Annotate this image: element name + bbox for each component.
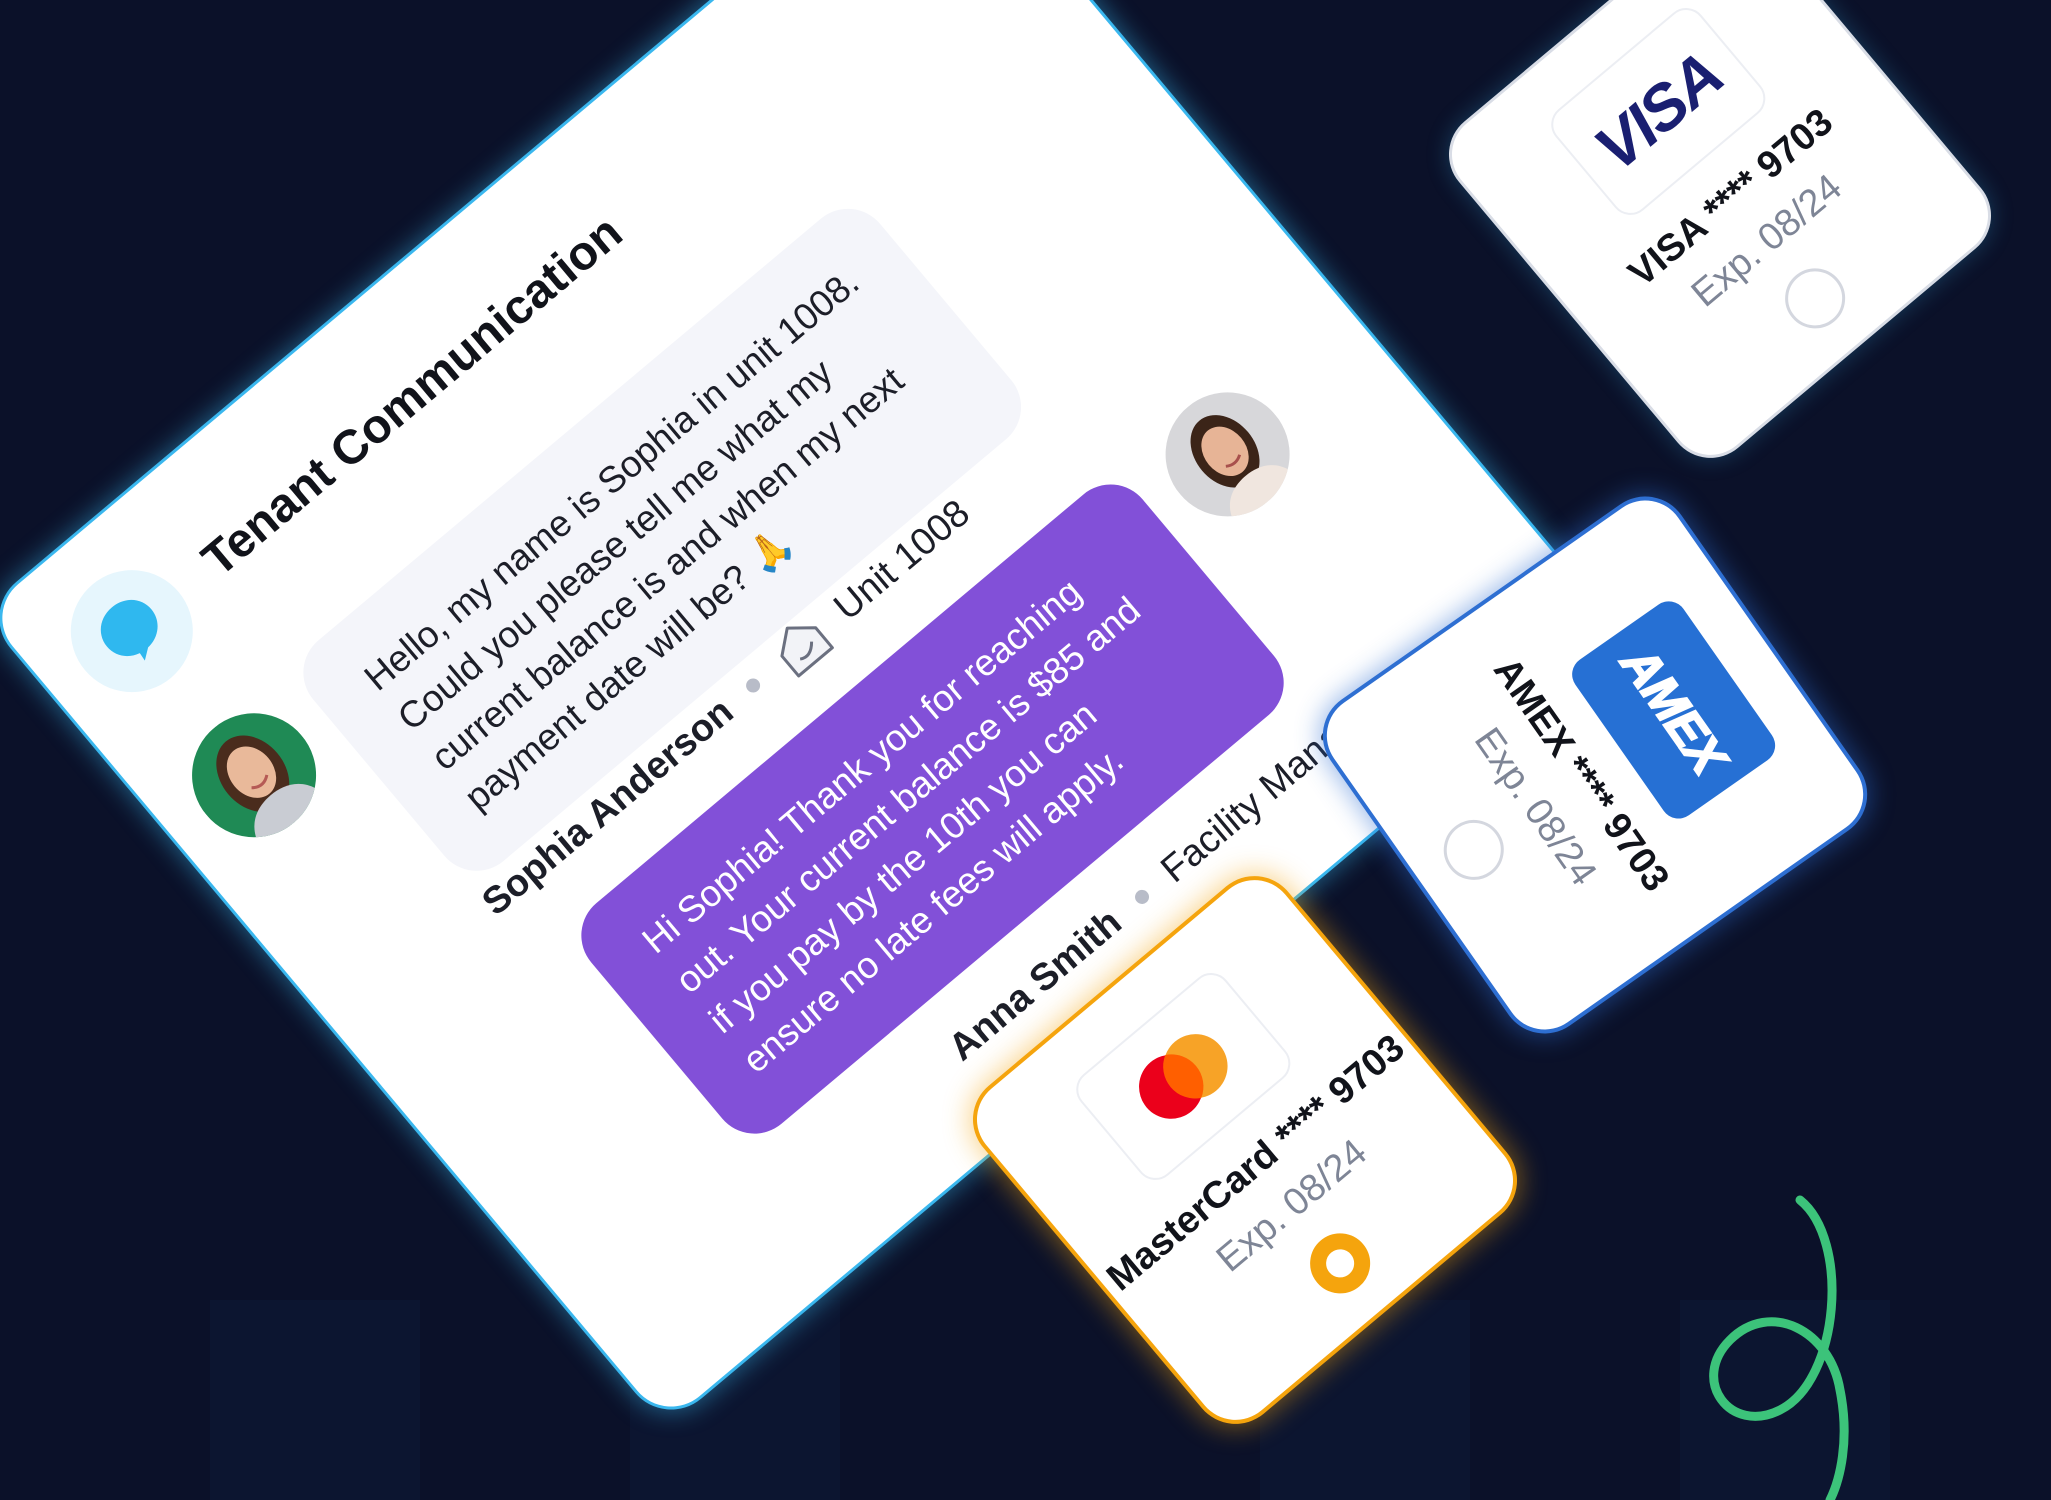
separator-dot <box>743 675 764 696</box>
decorative-spiral <box>1709 1195 1849 1500</box>
chat-bubble-icon <box>45 545 218 718</box>
separator-dot <box>1131 886 1152 907</box>
avatar-sophia <box>166 687 342 863</box>
avatar-anna <box>1140 367 1315 542</box>
background-column <box>210 1300 420 1500</box>
card-select-radio[interactable] <box>1431 808 1516 892</box>
payment-card-visa[interactable]: VISA VISA **** 9703 Exp. 08/24 <box>1435 0 2005 472</box>
card-select-radio-selected[interactable] <box>1297 1221 1383 1306</box>
card-select-radio[interactable] <box>1772 256 1858 341</box>
stage: Tenant Communication Hello, my name is S… <box>0 0 2051 1500</box>
